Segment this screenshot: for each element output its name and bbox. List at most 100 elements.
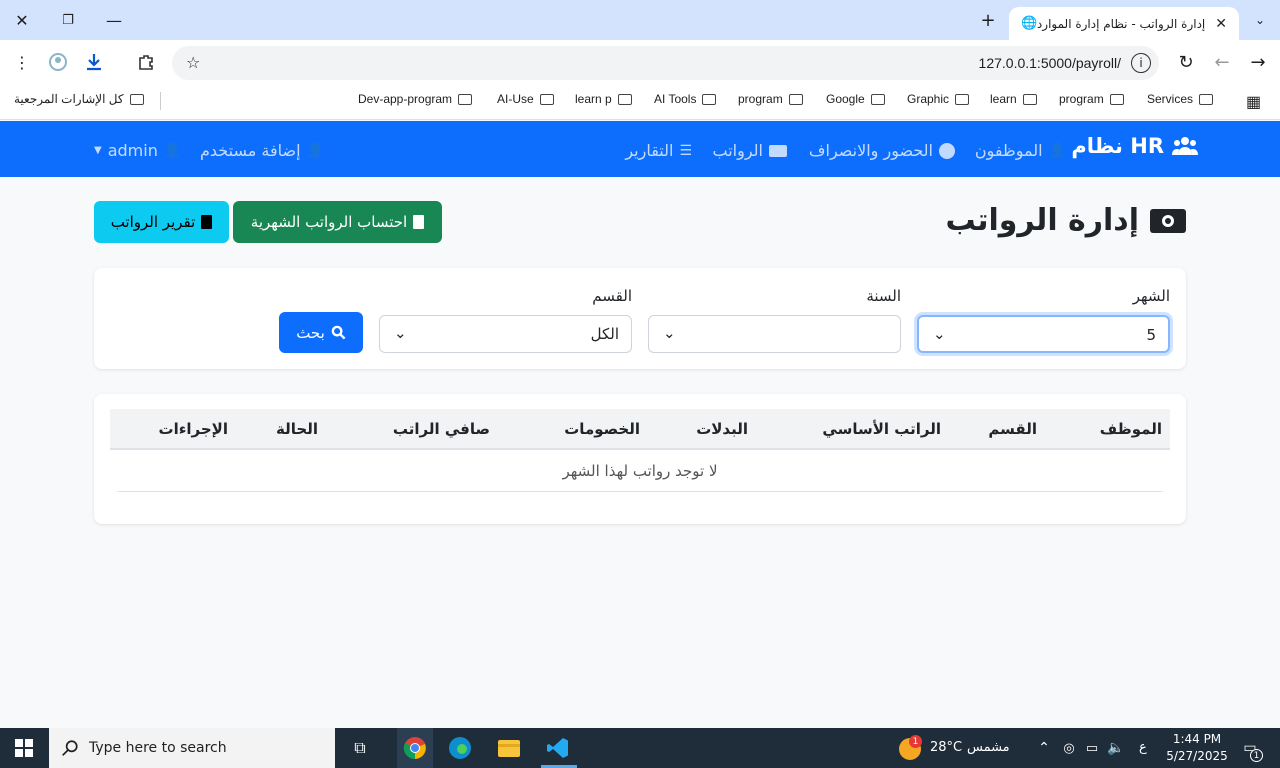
bookmark-label: AI Tools [654, 92, 697, 106]
apps-grid-icon[interactable]: ▦ [1246, 92, 1261, 112]
clock-icon [939, 142, 955, 159]
bookmark-item[interactable]: program [738, 92, 803, 106]
back-icon[interactable]: ← [1210, 50, 1234, 74]
folder-icon [1199, 93, 1214, 105]
th-net-salary: صافي الراتب [392, 420, 490, 438]
nav-label: إضافة مستخدم [200, 141, 301, 160]
taskbar-search-box[interactable]: Type here to search [49, 728, 335, 768]
tab-close-icon[interactable]: ✕ [1215, 16, 1227, 32]
search-button[interactable]: بحث [279, 312, 363, 353]
bookmark-item[interactable]: Dev-app-program [358, 92, 473, 106]
forward-icon[interactable]: → [1246, 50, 1270, 74]
vscode-taskbar-icon[interactable] [544, 734, 572, 762]
download-icon[interactable] [82, 50, 106, 74]
bookmark-star-icon[interactable]: ☆ [186, 53, 200, 72]
button-label: تقرير الرواتب [110, 213, 196, 231]
windows-taskbar: Type here to search ⧉ 1 28°C مشمس ⌃ ◎ ▭ … [0, 728, 1280, 768]
money-bill-icon [1150, 208, 1186, 233]
bookmark-label: Services [1147, 92, 1194, 106]
restore-window-icon[interactable]: ❐ [56, 8, 80, 32]
empty-message: لا توجد رواتب لهذا الشهر [562, 461, 718, 480]
bookmark-item[interactable]: Graphic [907, 92, 970, 106]
input-language[interactable]: ع [1139, 740, 1147, 755]
nav-payroll[interactable]: الرواتب [713, 141, 787, 160]
th-basic-salary: الراتب الأساسي [822, 420, 941, 438]
month-label: الشهر [1132, 287, 1170, 305]
chevron-up-icon[interactable]: ⌃ [1030, 734, 1058, 762]
bookmark-label: Dev-app-program [358, 92, 453, 106]
search-icon [331, 325, 346, 340]
weather-badge: 1 [909, 735, 922, 748]
page-title: إدارة الرواتب [945, 203, 1187, 238]
bookmark-label: Graphic [907, 92, 950, 106]
file-explorer-icon[interactable] [495, 734, 523, 762]
bookmark-label: learn [990, 92, 1017, 106]
bookmark-item[interactable]: AI Tools [654, 92, 717, 106]
bookmark-label: Google [826, 92, 865, 106]
bookmark-label: learn p [575, 92, 612, 106]
button-label: بحث [296, 323, 325, 342]
folder-icon [617, 93, 632, 105]
task-view-icon[interactable]: ⧉ [346, 734, 374, 762]
bookmark-item[interactable]: learn [990, 92, 1037, 106]
all-bookmarks[interactable]: كل الإشارات المرجعية [14, 92, 144, 106]
minimize-window-icon[interactable]: — [102, 8, 126, 32]
browser-menu-icon[interactable]: ⋮ [10, 50, 34, 74]
all-bookmarks-label: كل الإشارات المرجعية [14, 92, 124, 106]
omnibox[interactable]: ☆ 127.0.0.1:5000/payroll/ i [172, 46, 1159, 80]
browser-tab-active[interactable]: 🌐 إدارة الرواتب - نظام إدارة الموارد ا ✕ [1009, 7, 1239, 40]
nav-attendance[interactable]: الحضور والانصراف [809, 141, 955, 160]
folder-icon [702, 93, 717, 105]
bookmark-item[interactable]: program [1059, 92, 1124, 106]
profile-icon[interactable] [46, 50, 70, 74]
payroll-report-button[interactable]: تقرير الرواتب [94, 201, 229, 243]
edge-taskbar-icon[interactable] [446, 734, 474, 762]
weather-temp[interactable]: 28°C [930, 740, 962, 755]
th-deductions: الخصومات [564, 420, 640, 438]
chrome-taskbar-icon[interactable] [397, 728, 433, 768]
nav-label: الرواتب [712, 141, 763, 160]
weather-text[interactable]: مشمس [967, 740, 1010, 755]
page-title-text: إدارة الرواتب [945, 203, 1139, 238]
bookmark-item[interactable]: learn p [575, 92, 632, 106]
brand[interactable]: نظام HR [1071, 134, 1198, 158]
windows-start-icon[interactable] [10, 734, 38, 762]
user-plus-icon: 👤 [306, 142, 324, 159]
year-select[interactable]: ⌄ [648, 315, 901, 353]
clock[interactable]: 1:44 PM 5/27/2025 [1164, 731, 1230, 765]
month-select-value: 5 [1146, 326, 1156, 344]
tab-title: إدارة الرواتب - نظام إدارة الموارد ا [1037, 16, 1206, 31]
nav-reports[interactable]: التقارير ☰ [625, 141, 692, 160]
year-label: السنة [866, 287, 901, 305]
tab-search-chevron-icon[interactable]: ⌄ [1248, 8, 1272, 32]
folder-icon [870, 93, 885, 105]
new-tab-icon[interactable]: + [976, 8, 1000, 32]
taskbar-search-placeholder: Type here to search [89, 740, 227, 756]
th-employee: الموظف [1099, 420, 1162, 438]
app-navbar: نظام HR الموظفون 👤 الحضور والانصراف الرو… [0, 121, 1280, 177]
brand-label: نظام HR [1071, 134, 1164, 158]
calculator-icon [413, 215, 425, 229]
folder-icon [539, 93, 554, 105]
folder-icon [1022, 93, 1037, 105]
folder-icon [129, 93, 144, 105]
url-text[interactable]: 127.0.0.1:5000/payroll/ [979, 55, 1121, 71]
reload-icon[interactable]: ↻ [1174, 50, 1198, 74]
bookmark-item[interactable]: Services [1147, 92, 1214, 106]
nav-user-dropdown[interactable]: ▼ admin 👤 [94, 141, 181, 160]
bookmark-item[interactable]: Google [826, 92, 885, 106]
chevron-down-icon: ⌄ [394, 324, 407, 342]
nav-employees[interactable]: الموظفون 👤 [975, 141, 1066, 160]
extensions-icon[interactable] [134, 50, 158, 74]
calculate-payroll-button[interactable]: احتساب الرواتب الشهرية [233, 201, 442, 243]
folder-icon [458, 93, 473, 105]
users-icon [1172, 137, 1198, 155]
volume-icon[interactable]: 🔈 [1102, 734, 1130, 762]
month-select[interactable]: 5 ⌄ [917, 315, 1170, 353]
bookmark-item[interactable]: AI-Use [497, 92, 554, 106]
nav-user-label: admin [107, 141, 158, 160]
site-info-icon[interactable]: i [1131, 53, 1151, 73]
department-select[interactable]: الكل ⌄ [379, 315, 632, 353]
close-window-icon[interactable]: ✕ [10, 8, 34, 32]
nav-add-user[interactable]: إضافة مستخدم 👤 [200, 141, 324, 160]
